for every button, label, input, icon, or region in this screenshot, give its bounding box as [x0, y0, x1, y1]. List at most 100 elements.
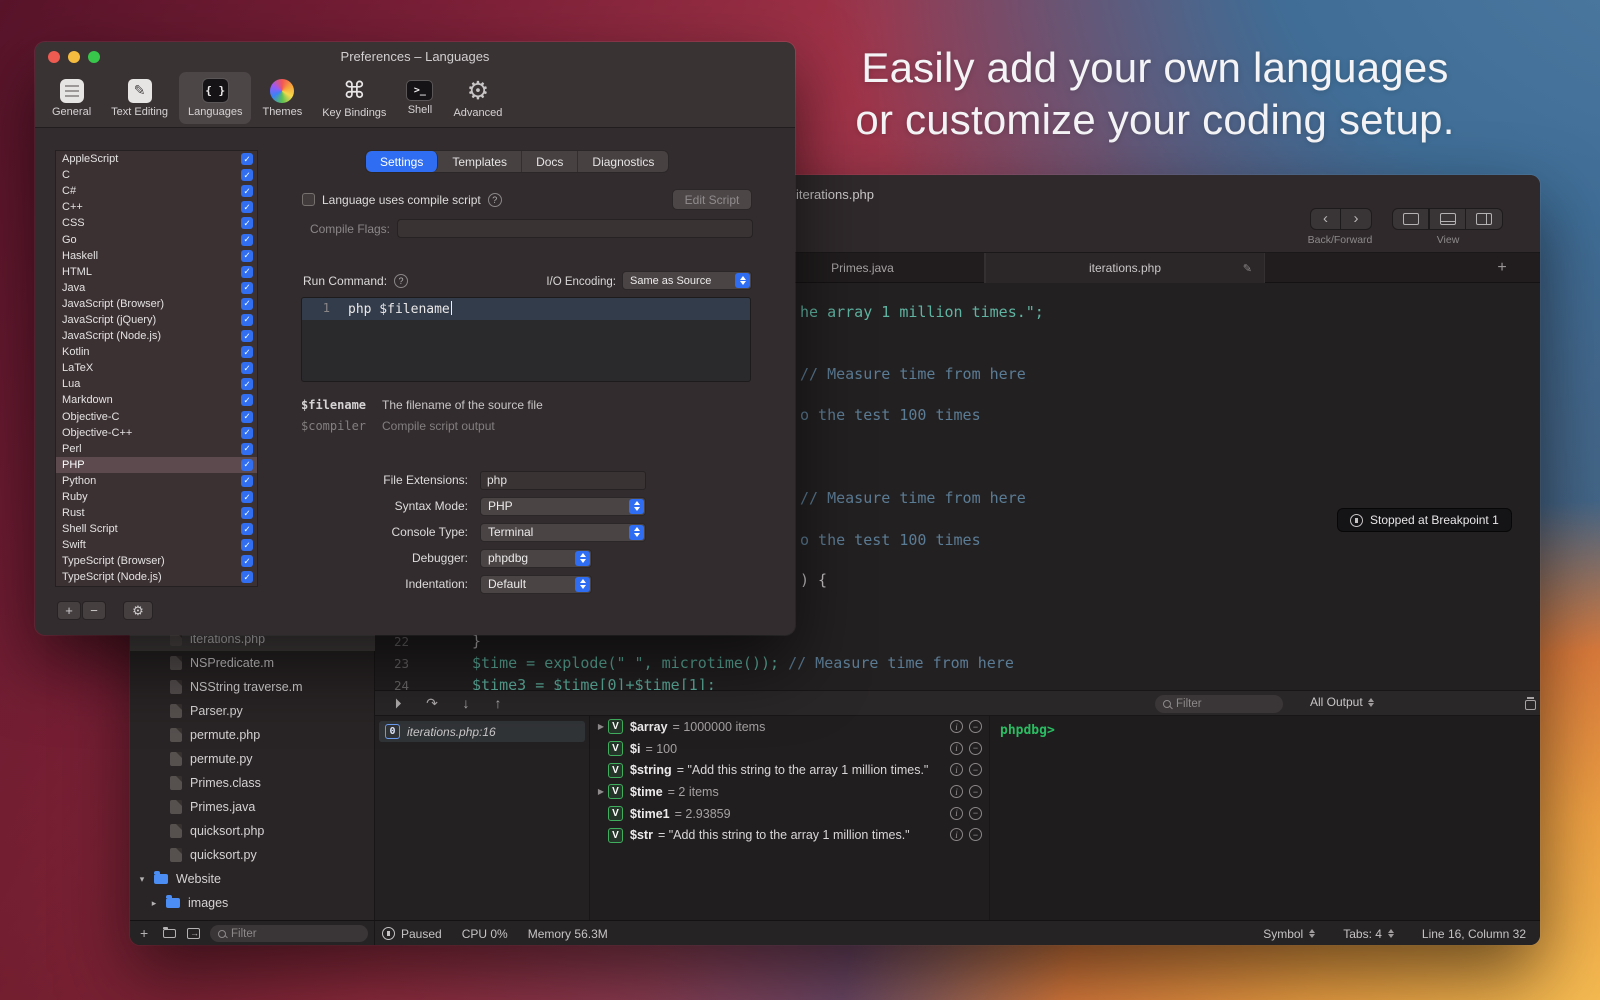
language-row-typescript-browser[interactable]: TypeScript (Browser)✓	[56, 553, 257, 569]
checkbox-checked-icon[interactable]: ✓	[241, 234, 253, 246]
variable-row-string[interactable]: V$string= "Add this string to the array …	[590, 759, 989, 781]
language-row-c[interactable]: C#✓	[56, 183, 257, 199]
compile-script-checkbox[interactable]	[302, 193, 315, 206]
variable-row-time1[interactable]: V$time1= 2.93859i−	[590, 803, 989, 825]
remove-icon[interactable]: −	[969, 785, 982, 798]
language-row-objective-c[interactable]: Objective-C✓	[56, 409, 257, 425]
help-icon[interactable]	[488, 193, 502, 207]
language-actions-gear-button[interactable]: ⚙	[123, 601, 153, 620]
stack-frame-row[interactable]: 0 iterations.php:16	[379, 721, 585, 742]
io-encoding-popup[interactable]: Same as Source	[622, 271, 752, 290]
sidebar-item-website[interactable]: ▾Website	[130, 867, 375, 891]
tabs-select[interactable]: Tabs: 4	[1343, 927, 1394, 941]
sidebar-item-nspredicate-m[interactable]: NSPredicate.m	[130, 651, 375, 675]
run-command-editor[interactable]: 1 php $filename	[301, 297, 751, 382]
view-right-split-button[interactable]	[1466, 208, 1503, 230]
remove-language-button[interactable]: −	[82, 601, 106, 620]
new-folder-icon[interactable]	[163, 929, 176, 938]
language-row-latex[interactable]: LaTeX✓	[56, 360, 257, 376]
checkbox-checked-icon[interactable]: ✓	[241, 153, 253, 165]
variable-row-str[interactable]: V$str= "Add this string to the array 1 m…	[590, 824, 989, 846]
prefs-toolbar-key-bindings[interactable]: Key Bindings	[313, 72, 395, 124]
language-row-python[interactable]: Python✓	[56, 473, 257, 489]
variable-row-time[interactable]: ▶V$time= 2 itemsi−	[590, 781, 989, 803]
tab-diagnostics[interactable]: Diagnostics	[578, 151, 668, 172]
tab-docs[interactable]: Docs	[522, 151, 578, 172]
step-into-button[interactable]: ↓	[453, 691, 479, 715]
prefs-toolbar-themes[interactable]: Themes	[253, 72, 311, 124]
new-tab-button[interactable]: +	[1490, 257, 1514, 279]
prefs-toolbar-advanced[interactable]: Advanced	[444, 72, 511, 124]
console-type-popup[interactable]: Terminal	[480, 523, 646, 542]
sidebar-item-permute-php[interactable]: permute.php	[130, 723, 375, 747]
continue-button[interactable]: ⏵	[385, 691, 411, 715]
checkbox-checked-icon[interactable]: ✓	[241, 475, 253, 487]
checkbox-checked-icon[interactable]: ✓	[241, 555, 253, 567]
sidebar-item-permute-py[interactable]: permute.py	[130, 747, 375, 771]
file-extensions-field[interactable]: php	[480, 471, 646, 490]
checkbox-checked-icon[interactable]: ✓	[241, 282, 253, 294]
info-icon[interactable]: i	[950, 720, 963, 733]
language-row-shell-script[interactable]: Shell Script✓	[56, 521, 257, 537]
file-filter-field[interactable]: Filter	[210, 925, 368, 942]
debugger-console-pane[interactable]: phpdbg>	[990, 716, 1540, 920]
remove-icon[interactable]: −	[969, 828, 982, 841]
prefs-toolbar-languages[interactable]: Languages	[179, 72, 251, 124]
sidebar-item-nsstring-traverse-m[interactable]: NSString traverse.m	[130, 675, 375, 699]
info-icon[interactable]: i	[950, 807, 963, 820]
variable-row-i[interactable]: V$i= 100i−	[590, 738, 989, 760]
checkbox-checked-icon[interactable]: ✓	[241, 250, 253, 262]
info-icon[interactable]: i	[950, 763, 963, 776]
checkbox-checked-icon[interactable]: ✓	[241, 394, 253, 406]
language-row-php[interactable]: PHP✓	[56, 457, 257, 473]
sidebar-item-images[interactable]: ▸images	[130, 891, 375, 915]
sidebar-item-quicksort-py[interactable]: quicksort.py	[130, 843, 375, 867]
tab-templates[interactable]: Templates	[438, 151, 522, 172]
pencil-icon[interactable]: ✎	[1243, 262, 1252, 275]
language-row-javascript-browser[interactable]: JavaScript (Browser)✓	[56, 296, 257, 312]
help-icon[interactable]	[394, 274, 408, 288]
language-row-c[interactable]: C++✓	[56, 199, 257, 215]
language-row-rust[interactable]: Rust✓	[56, 505, 257, 521]
add-language-button[interactable]: +	[57, 601, 81, 620]
indentation-popup[interactable]: Default	[480, 575, 592, 594]
info-icon[interactable]: i	[950, 742, 963, 755]
checkbox-checked-icon[interactable]: ✓	[241, 507, 253, 519]
checkbox-checked-icon[interactable]: ✓	[241, 330, 253, 342]
prefs-toolbar-general[interactable]: General	[43, 72, 100, 124]
info-icon[interactable]: i	[950, 785, 963, 798]
remove-icon[interactable]: −	[969, 742, 982, 755]
clear-console-button trash-icon[interactable]	[1525, 697, 1536, 710]
prefs-toolbar-shell[interactable]: Shell	[397, 72, 442, 124]
language-row-javascript-jquery[interactable]: JavaScript (jQuery)✓	[56, 312, 257, 328]
checkbox-checked-icon[interactable]: ✓	[241, 314, 253, 326]
view-bottom-split-button[interactable]	[1429, 208, 1466, 230]
language-row-haskell[interactable]: Haskell✓	[56, 248, 257, 264]
checkbox-checked-icon[interactable]: ✓	[241, 523, 253, 535]
checkbox-checked-icon[interactable]: ✓	[241, 378, 253, 390]
language-row-css[interactable]: CSS✓	[56, 215, 257, 231]
language-row-lua[interactable]: Lua✓	[56, 376, 257, 392]
tab-settings[interactable]: Settings	[366, 151, 438, 172]
checkbox-checked-icon[interactable]: ✓	[241, 185, 253, 197]
sidebar-item-primes-java[interactable]: Primes.java	[130, 795, 375, 819]
checkbox-checked-icon[interactable]: ✓	[241, 539, 253, 551]
checkbox-checked-icon[interactable]: ✓	[241, 443, 253, 455]
editor-tab-iterations-php[interactable]: iterations.php✎	[985, 253, 1265, 283]
prefs-toolbar-text-editing[interactable]: Text Editing	[102, 72, 177, 124]
language-row-objective-c[interactable]: Objective-C++✓	[56, 425, 257, 441]
syntax-mode-popup[interactable]: PHP	[480, 497, 646, 516]
checkbox-checked-icon[interactable]: ✓	[241, 169, 253, 181]
language-row-ruby[interactable]: Ruby✓	[56, 489, 257, 505]
checkbox-checked-icon[interactable]: ✓	[241, 298, 253, 310]
checkbox-checked-icon[interactable]: ✓	[241, 459, 253, 471]
checkbox-checked-icon[interactable]: ✓	[241, 491, 253, 503]
language-row-perl[interactable]: Perl✓	[56, 441, 257, 457]
language-row-applescript[interactable]: AppleScript✓	[56, 151, 257, 167]
disclosure-closed-icon[interactable]: ▶	[594, 722, 608, 731]
checkbox-checked-icon[interactable]: ✓	[241, 362, 253, 374]
disclosure-open-icon[interactable]: ▾	[136, 874, 148, 885]
sidebar-item-quicksort-php[interactable]: quicksort.php	[130, 819, 375, 843]
remove-icon[interactable]: −	[969, 763, 982, 776]
language-row-markdown[interactable]: Markdown✓	[56, 392, 257, 408]
